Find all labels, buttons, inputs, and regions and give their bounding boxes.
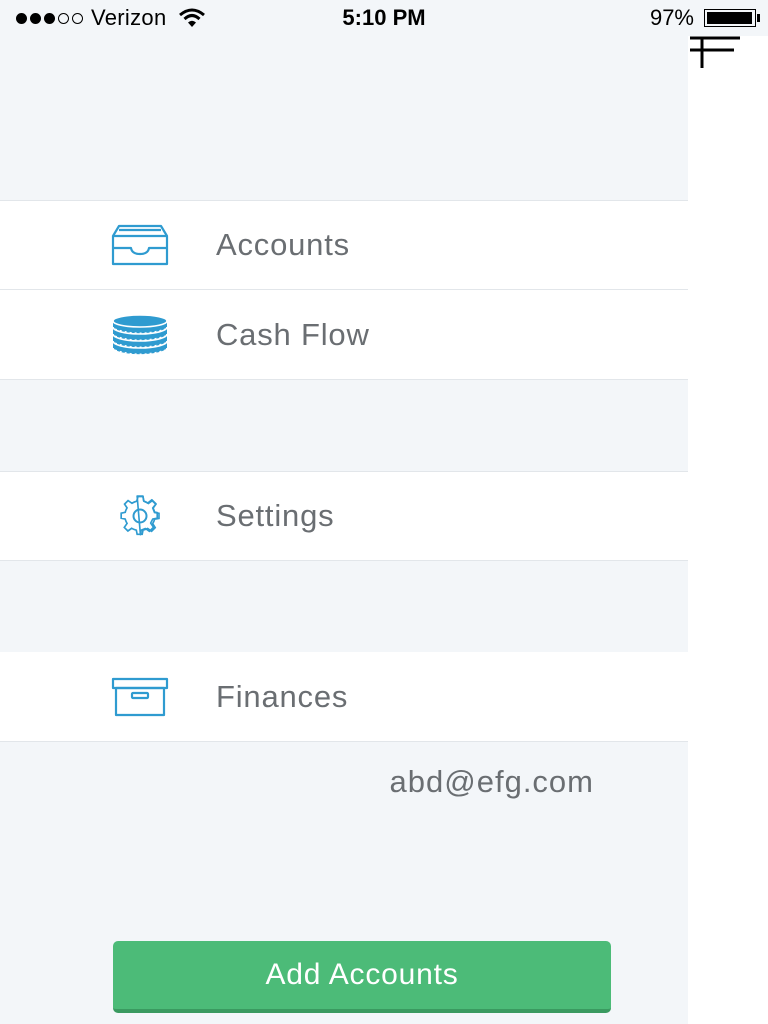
account-email: abd@efg.com [389,764,594,799]
menu-item-finances[interactable]: Finances [0,652,688,742]
signal-dot [30,12,41,24]
coins-stack-icon [110,313,170,357]
menu-item-cash-flow[interactable]: Cash Flow [0,290,688,380]
battery-fill [707,12,752,24]
signal-dot [44,12,55,24]
menu-item-label: Settings [216,498,335,533]
app-screen: Verizon 5:10 PM 97% Accounts Cash Flow S… [0,0,768,1024]
menu-item-accounts[interactable]: Accounts [0,200,688,290]
add-accounts-button[interactable]: Add Accounts [113,941,611,1013]
navigation-drawer: Accounts Cash Flow Settings Finances abd… [0,36,688,1024]
signal-dot [16,12,27,24]
signal-strength-icon [16,12,83,24]
inbox-tray-icon [110,223,170,267]
carrier-name: Verizon [91,5,167,30]
archive-box-icon [110,675,170,719]
gear-icon [110,494,170,538]
battery-nub [757,14,760,22]
menu-item-label: Accounts [216,227,350,262]
menu-item-label: Cash Flow [216,316,370,352]
menu-toggle-icon[interactable] [688,28,744,72]
status-left: Verizon [16,5,206,31]
menu-item-settings[interactable]: Settings [0,471,688,561]
menu-item-label: Finances [216,678,349,714]
status-bar: Verizon 5:10 PM 97% [0,0,768,36]
signal-dot [58,12,69,24]
status-time: 5:10 PM [342,5,426,30]
battery-icon [704,9,760,27]
wifi-icon [178,8,206,28]
signal-dot [72,12,83,24]
